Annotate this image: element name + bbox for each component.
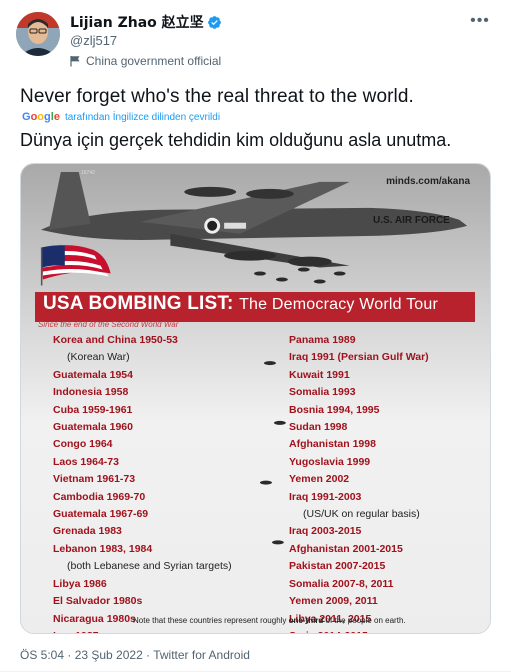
translation-source: tarafından İngilizce dilinden çevrildi xyxy=(64,111,221,123)
image-footnote: Note that these countries represent roug… xyxy=(133,616,406,625)
more-options-icon[interactable]: ••• xyxy=(468,12,492,32)
bombing-list-item: Cuba 1959-1961 xyxy=(53,403,133,416)
banner-title-bold: USA BOMBING LIST: xyxy=(43,293,234,314)
bombing-list-item: (US/UK on regular basis) xyxy=(303,508,420,521)
bombing-list-item: Guatemala 1960 xyxy=(53,421,133,434)
plane-tail-number: 16742 xyxy=(81,170,95,176)
banner-title-light: The Democracy World Tour xyxy=(239,296,439,313)
bombing-list-item: Afghanistan 1998 xyxy=(289,438,376,451)
footnote-after: of the people on earth. xyxy=(323,616,406,625)
footnote-before: Note that these countries represent roug… xyxy=(133,616,289,625)
bombing-list-item: Somalia 2007-8, 2011 xyxy=(289,577,394,590)
bombing-list-item: Iraq 1991-2003 xyxy=(289,490,362,503)
bombing-list-item: Guatemala 1954 xyxy=(53,368,133,381)
banner-title: USA BOMBING LIST: The Democracy World To… xyxy=(43,293,438,315)
tweet-header: Lijian Zhao 赵立坚 @zlj517 China government… xyxy=(16,12,496,68)
bombing-list-item: Somalia 1993 xyxy=(289,386,356,399)
tweet-image[interactable]: U.S. AIR FORCE 16742 minds.com/akana USA… xyxy=(20,163,491,634)
bombing-list-item: Kuwait 1991 xyxy=(289,368,350,381)
bombing-list-left: Korea and China 1950-53 (Korean War) Guate… xyxy=(53,332,232,633)
bombing-list-item: Yemen 2009, 2011 xyxy=(289,595,378,608)
banner-subtitle: Since the end of the Second World War xyxy=(38,320,179,329)
bombing-list-item: Afghanistan 2001-2015 xyxy=(289,542,403,555)
avatar[interactable] xyxy=(16,12,60,56)
bombing-list-item: Yemen 2002 xyxy=(289,473,350,486)
author-block: Lijian Zhao 赵立坚 @zlj517 China government… xyxy=(70,13,222,68)
plane-label: U.S. AIR FORCE xyxy=(373,215,450,226)
bombing-list-item: Yugoslavia 1999 xyxy=(289,455,371,468)
title-banner: USA BOMBING LIST: The Democracy World To… xyxy=(35,292,475,322)
bombing-list-item: Iraq 1991 (Persian Gulf War) xyxy=(289,351,429,364)
bombing-list-item: Lebanon 1983, 1984 xyxy=(53,542,153,555)
author-name[interactable]: Lijian Zhao 赵立坚 xyxy=(70,12,204,32)
bombing-list-item: Syria 2014-2015 xyxy=(289,628,429,633)
bombing-list-item: Indonesia 1958 xyxy=(53,386,129,399)
bombing-list-item: (Korean War) xyxy=(67,351,130,364)
bombing-list-item: Guatemala 1967-69 xyxy=(53,508,149,521)
tweet-timestamp[interactable]: ÖS 5:04 · 23 Şub 2022 · Twitter for Andr… xyxy=(20,648,250,662)
flag-icon xyxy=(70,55,81,67)
image-watermark: minds.com/akana xyxy=(386,176,470,187)
bombing-list-item: Cambodia 1969-70 xyxy=(53,490,146,503)
bombing-list-item: Laos 1964-73 xyxy=(53,455,119,468)
google-logo-icon: Google xyxy=(22,111,60,123)
bombing-list-item: Grenada 1983 xyxy=(53,525,122,538)
government-label-text: China government official xyxy=(86,54,222,68)
plane-tail-text: 16742 xyxy=(81,170,95,176)
bombing-list-item: El Salvador 1980s xyxy=(53,595,143,608)
bombing-list-item: Iran 1987 xyxy=(53,628,232,633)
bombing-list-item: Iraq 2003-2015 xyxy=(289,525,362,538)
bombing-list-item: (both Lebanese and Syrian targets) xyxy=(67,560,232,573)
author-handle[interactable]: @zlj517 xyxy=(70,33,222,49)
avatar-image xyxy=(16,12,60,56)
tweet[interactable]: Lijian Zhao 赵立坚 @zlj517 China government… xyxy=(0,0,511,672)
footnote-bold: one-third xyxy=(288,616,324,625)
plane-text: U.S. AIR FORCE xyxy=(373,215,450,226)
bombing-list-item: Panama 1989 xyxy=(289,334,356,346)
bombing-list-item: Sudan 1998 xyxy=(289,421,348,434)
bombing-list-item: Bosnia 1994, 1995 xyxy=(289,403,380,416)
bombing-list-item: Libya 1986 xyxy=(53,577,107,590)
bombing-list-right: Panama 1989 Iraq 1991 (Persian Gulf War) K… xyxy=(289,332,429,633)
translation-attribution[interactable]: Google tarafından İngilizce dilinden çev… xyxy=(22,111,220,123)
translated-text: Dünya için gerçek tehdidin kim olduğunu … xyxy=(20,130,452,150)
verified-badge-icon xyxy=(207,15,222,30)
bombing-list-item: Pakistan 2007-2015 xyxy=(289,560,386,573)
government-label[interactable]: China government official xyxy=(70,54,222,68)
bombing-list-item: Congo 1964 xyxy=(53,438,113,451)
tweet-text: Never forget who's the real threat to th… xyxy=(20,86,414,107)
bombing-list-item: Vietnam 1961-73 xyxy=(53,473,136,486)
bombing-list-item: Korea and China 1950-53 xyxy=(53,334,178,346)
